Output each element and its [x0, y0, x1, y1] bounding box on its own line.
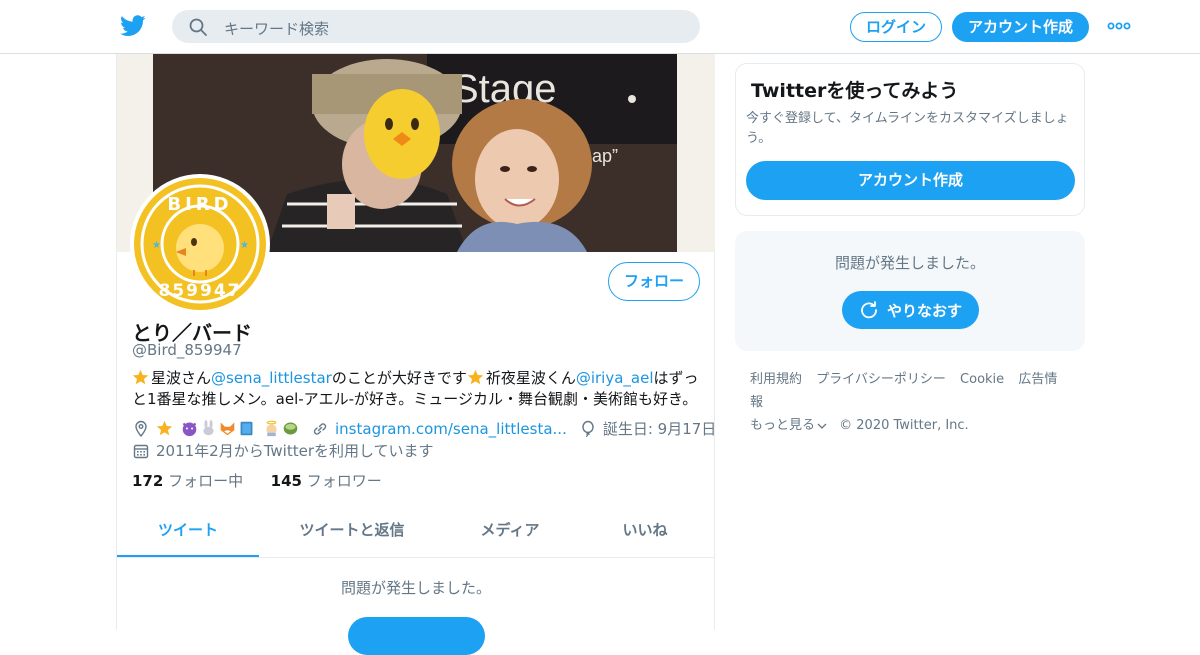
profile-stats: 172 フォロー中 145 フォロワー: [132, 470, 382, 491]
bio-mention-iriya[interactable]: @iriya_ael: [576, 369, 654, 387]
fox-emoji-icon: [220, 422, 235, 436]
followers-label[interactable]: フォロワー: [307, 472, 382, 490]
bio-text-3: 祈夜星波くん: [485, 369, 576, 387]
matcha-tea-emoji-icon: [283, 422, 298, 435]
tab-media[interactable]: メディア: [445, 505, 575, 557]
tab-tweets-and-replies[interactable]: ツイートと返信: [259, 505, 445, 557]
sidebar-error-message: 問題が発生しました。: [834, 254, 985, 272]
profile-meta-row: instagram.com/sena_littlesta... 誕生日: 9月1…: [132, 418, 716, 439]
sidebar-footer: 利用規約 プライバシーポリシー Cookie 広告情報 もっと見る © 2020…: [750, 368, 1080, 437]
more-options-icon[interactable]: [1106, 18, 1132, 34]
glowing-star-emoji-icon: [467, 369, 483, 385]
twitter-logo-icon[interactable]: [120, 14, 146, 38]
star-emoji-icon: [156, 420, 173, 436]
sidebar-retry-button[interactable]: やりなおす: [842, 291, 979, 329]
avatar-text-top: BIRD: [167, 194, 232, 215]
chevron-down-icon: [817, 423, 827, 429]
profile-bio: 星波さん@sena_littlestarのことが大好きです 祈夜星波くん@iriy…: [132, 368, 707, 410]
profile-joined-row: 2011年2月からTwitterを利用しています: [132, 440, 434, 461]
footer-more-link[interactable]: もっと見る: [750, 418, 827, 433]
footer-privacy-link[interactable]: プライバシーポリシー: [816, 372, 946, 387]
location-emoji-list: [156, 420, 301, 437]
glowing-star-emoji-icon: [132, 369, 149, 385]
birthday-balloon-icon: [582, 420, 594, 437]
link-icon: [313, 422, 327, 435]
svg-text:★: ★: [240, 240, 249, 251]
follow-button[interactable]: フォロー: [608, 262, 700, 301]
followers-stat[interactable]: 145 フォロワー: [271, 472, 382, 490]
tab-likes[interactable]: いいね: [575, 505, 715, 557]
signup-card-button[interactable]: アカウント作成: [746, 161, 1075, 200]
bird-avatar-image: BIRD 859947 ★ ★: [134, 178, 266, 310]
profile-handle: @Bird_859947: [132, 341, 242, 359]
profile-website-link[interactable]: instagram.com/sena_littlesta...: [335, 420, 567, 438]
bio-text-1: 星波さん: [151, 369, 212, 387]
avatar-text-bottom: 859947: [159, 281, 242, 301]
following-count[interactable]: 172: [132, 472, 163, 490]
signup-button[interactable]: アカウント作成: [952, 12, 1089, 42]
bio-mention-sena[interactable]: @sena_littlestar: [211, 369, 332, 387]
following-stat[interactable]: 172 フォロー中: [132, 472, 243, 490]
profile-birthday: 誕生日: 9月17日: [602, 420, 717, 438]
timeline-retry-button[interactable]: [348, 617, 485, 655]
footer-cookie-link[interactable]: Cookie: [960, 372, 1004, 387]
profile-column: Stage ofmap”: [116, 54, 716, 655]
tab-tweets[interactable]: ツイート: [117, 505, 259, 557]
search-bar[interactable]: キーワード検索: [172, 10, 700, 43]
profile-tabs: ツイート ツイートと返信 メディア いいね: [117, 505, 715, 558]
profile-avatar[interactable]: BIRD 859947 ★ ★: [130, 174, 270, 314]
calendar-icon: [133, 444, 149, 458]
angel-emoji-icon: [266, 420, 277, 437]
search-icon: [189, 18, 207, 36]
bio-text-2: のことが大好きです: [331, 369, 467, 387]
retry-label[interactable]: やりなおす: [887, 300, 962, 321]
signup-card-heading: Twitterを使ってみよう: [751, 80, 959, 102]
login-button[interactable]: ログイン: [850, 12, 942, 42]
signup-card-description: 今すぐ登録して、タイムラインをカスタマイズしましょう。: [746, 111, 1069, 146]
profile-joined-date: 2011年2月からTwitterを利用しています: [156, 442, 434, 460]
footer-more-label[interactable]: もっと見る: [750, 418, 815, 433]
following-label[interactable]: フォロー中: [168, 472, 243, 490]
location-pin-icon: [135, 420, 147, 437]
timeline-error-message: 問題が発生しました。: [340, 579, 491, 597]
svg-text:★: ★: [152, 240, 161, 251]
footer-terms-link[interactable]: 利用規約: [750, 372, 802, 387]
purple-devil-emoji-icon: [182, 422, 197, 437]
signup-card: Twitterを使ってみよう 今すぐ登録して、タイムラインをカスタマイズしましょ…: [735, 63, 1085, 216]
top-navigation-bar: キーワード検索 ログイン アカウント作成: [0, 0, 1200, 54]
blue-book-emoji-icon: [240, 421, 253, 436]
rabbit-emoji-icon: [203, 420, 214, 436]
followers-count[interactable]: 145: [271, 472, 302, 490]
refresh-icon: [861, 301, 877, 319]
footer-copyright: © 2020 Twitter, Inc.: [839, 418, 969, 433]
sidebar-error-card: 問題が発生しました。 やりなおす: [735, 231, 1085, 351]
search-placeholder[interactable]: キーワード検索: [224, 18, 329, 39]
